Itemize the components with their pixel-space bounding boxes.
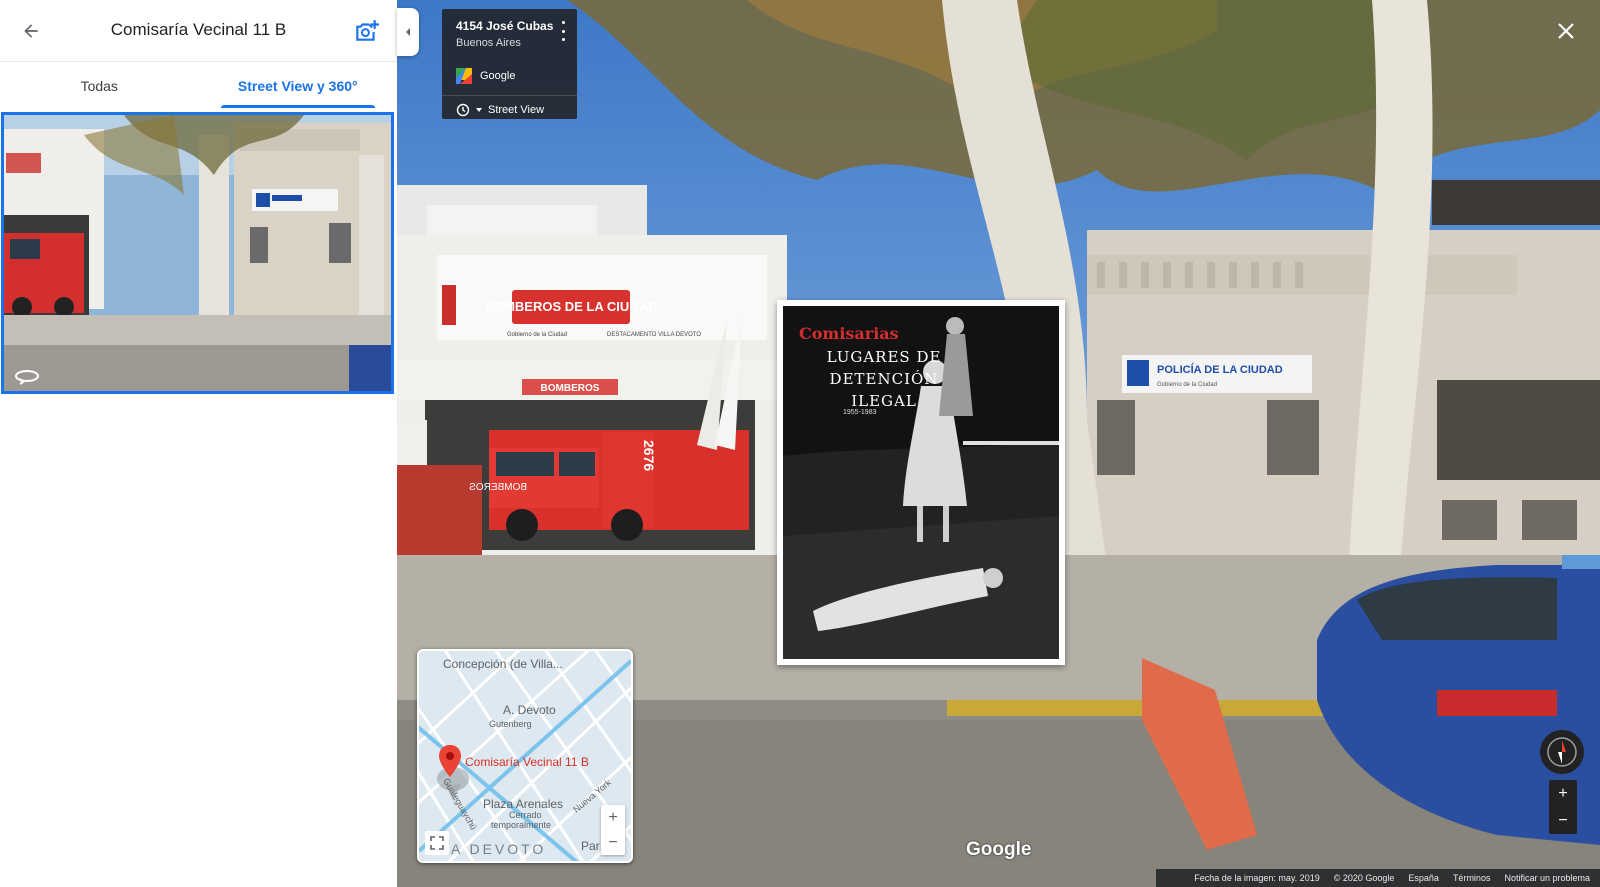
- firehouse-door-sign: BOMBEROS: [541, 383, 600, 394]
- terms-link[interactable]: Términos: [1453, 873, 1491, 883]
- map-pin-icon: [439, 745, 461, 777]
- street-view-thumbnail[interactable]: [1, 112, 394, 394]
- street-view-page: Comisaría Vecinal 11 B Todas Street View…: [0, 0, 1600, 887]
- google-watermark: Google: [966, 839, 1032, 860]
- compass-icon: [1547, 737, 1577, 767]
- arrow-left-icon: [24, 24, 38, 38]
- poster-image: Comisarias LUGARES DE DETENCIÓN ILEGAL 1…: [783, 306, 1059, 659]
- back-button[interactable]: [14, 14, 48, 48]
- firehouse-sign: BOMBEROS DE LA CIUDAD: [485, 299, 658, 314]
- poster-years: 1955-1983: [843, 409, 877, 416]
- image-date: Fecha de la imagen: may. 2019: [1194, 873, 1320, 883]
- mini-map[interactable]: Concepción (de Villa... A. Devoto Gutenb…: [417, 649, 633, 863]
- map-label-par: Par: [581, 839, 600, 853]
- more-options-button[interactable]: [557, 21, 569, 41]
- close-button[interactable]: [1553, 18, 1579, 44]
- address-card: 4154 José Cubas Buenos Aires Google Stre…: [442, 9, 577, 119]
- expand-map-button[interactable]: [425, 831, 449, 855]
- report-problem-link[interactable]: Notificar un problema: [1504, 873, 1590, 883]
- left-panel: Comisaría Vecinal 11 B Todas Street View…: [0, 0, 397, 887]
- add-photo-icon: [356, 20, 379, 41]
- chevron-left-icon: [406, 28, 410, 36]
- poster-line-2: DETENCIÓN: [829, 370, 939, 388]
- address-city: Buenos Aires: [456, 37, 521, 49]
- time-travel-button[interactable]: Street View: [456, 103, 544, 117]
- country-link[interactable]: España: [1408, 873, 1439, 883]
- address-divider: [442, 95, 577, 96]
- close-icon: [1558, 23, 1574, 39]
- police-sub: Gobierno de la Ciudad: [1157, 382, 1217, 388]
- map-zoom-control: + −: [601, 805, 625, 855]
- page-title: Comisaría Vecinal 11 B: [110, 20, 287, 39]
- map-label-concepcion: Concepción (de Villa...: [443, 657, 563, 671]
- tab-todas[interactable]: Todas: [0, 62, 199, 110]
- firehouse-sub-right: DESTACAMENTO VILLA DEVOTO: [607, 332, 701, 338]
- tab-street-view-360[interactable]: Street View y 360°: [199, 62, 398, 110]
- fullscreen-icon: [430, 836, 444, 850]
- add-photo-button[interactable]: [349, 14, 383, 48]
- footer-bar: Fecha de la imagen: may. 2019 © 2020 Goo…: [1156, 869, 1600, 887]
- google-maps-icon: [456, 68, 472, 84]
- firehouse-sub-left: Gobierno de la Ciudad: [507, 332, 567, 338]
- map-zoom-out-button[interactable]: −: [601, 830, 625, 855]
- truck-number: 2676: [641, 440, 657, 471]
- poster-line-1: LUGARES DE: [826, 348, 942, 366]
- poster-overlay: Comisarias LUGARES DE DETENCIÓN ILEGAL 1…: [777, 300, 1065, 665]
- compass-button[interactable]: [1540, 730, 1584, 774]
- photo-tabs: Todas Street View y 360°: [0, 62, 397, 110]
- map-label-plaza-arenales: Plaza Arenales: [483, 797, 564, 811]
- map-label-devoto-area: A DEVOTO: [451, 841, 547, 857]
- map-label-place: Comisaría Vecinal 11 B: [465, 755, 589, 769]
- map-label-temporalmente: temporalmente: [491, 820, 552, 830]
- map-label-devoto-plaza: A. Devoto: [503, 703, 556, 717]
- clock-history-icon: [456, 103, 470, 117]
- caret-down-icon: [476, 108, 482, 112]
- copyright: © 2020 Google: [1333, 873, 1395, 883]
- truck-front-text: BOMBEROS: [469, 482, 527, 493]
- collapse-panel-button[interactable]: [397, 8, 419, 56]
- 360-icon: [15, 370, 39, 385]
- map-label-gutenberg: Gutenberg: [489, 719, 532, 729]
- source-link[interactable]: Google: [456, 68, 515, 84]
- map-label-cerrado: Cerrado: [509, 810, 542, 820]
- poster-title: Comisarias: [799, 324, 899, 343]
- poster-line-3: ILEGAL: [851, 392, 917, 410]
- time-label: Street View: [488, 104, 545, 116]
- address-street: 4154 José Cubas: [456, 19, 554, 33]
- zoom-in-button[interactable]: +: [1549, 780, 1577, 807]
- zoom-out-button[interactable]: −: [1549, 807, 1577, 834]
- source-label: Google: [480, 70, 516, 82]
- police-sign: POLICÍA DE LA CIUDAD: [1157, 363, 1283, 376]
- panel-header: Comisaría Vecinal 11 B: [0, 0, 397, 62]
- street-view-zoom-control: + −: [1549, 780, 1577, 834]
- thumbnail-image: [4, 115, 391, 391]
- map-zoom-in-button[interactable]: +: [601, 805, 625, 830]
